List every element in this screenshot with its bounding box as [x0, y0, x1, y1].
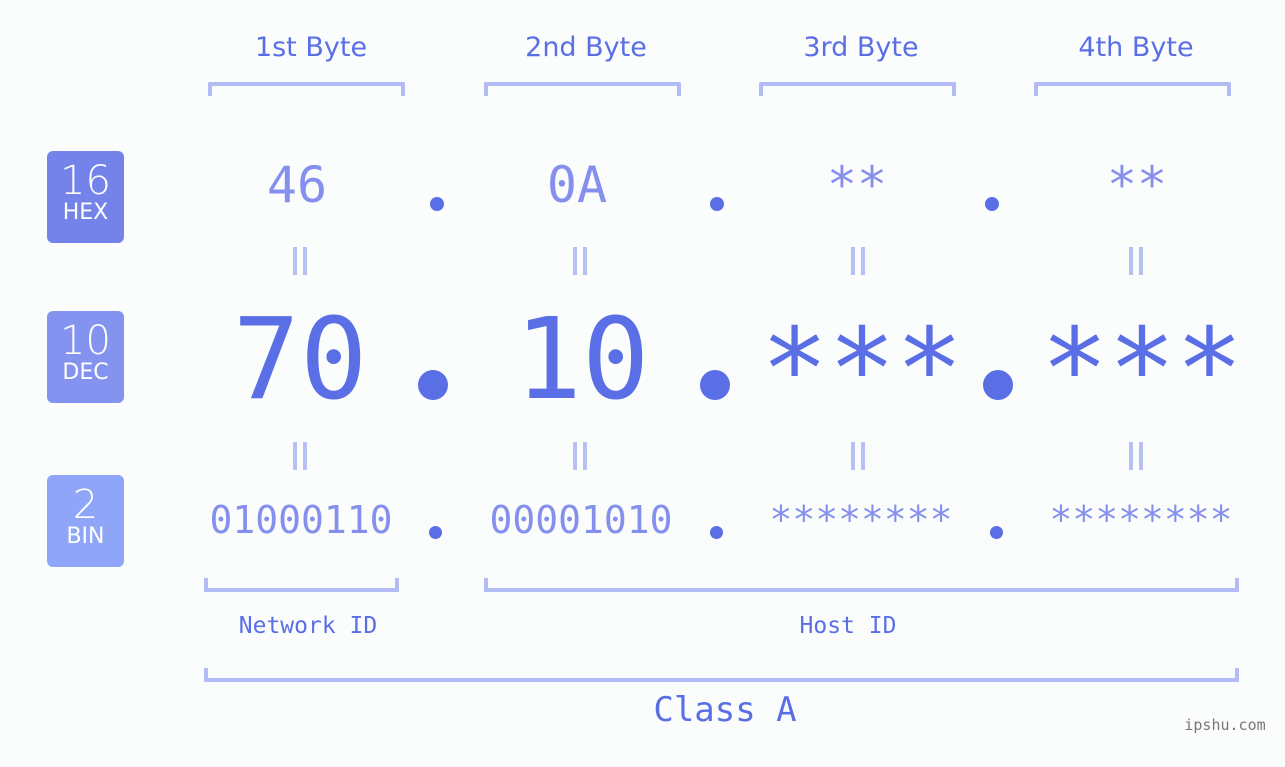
dec-octet-4: *** — [1040, 305, 1244, 435]
hex-badge-label: HEX — [62, 200, 109, 225]
equals-icon — [1126, 442, 1146, 470]
byte-header-2: 2nd Byte — [525, 32, 647, 63]
hex-octet-4: ** — [1106, 156, 1168, 214]
bin-separator-dot — [710, 526, 723, 539]
network-id-bracket — [204, 578, 399, 592]
bin-octet-3: ******** — [769, 498, 953, 542]
equals-icon — [290, 442, 310, 470]
dec-separator-dot — [983, 370, 1013, 400]
bin-badge-number: 2 — [72, 482, 99, 528]
host-id-label: Host ID — [799, 613, 897, 639]
byte-header-4: 4th Byte — [1078, 32, 1194, 63]
host-id-bracket — [484, 578, 1239, 592]
class-bracket — [204, 668, 1239, 682]
byte-bracket-4 — [1034, 82, 1231, 96]
hex-separator-dot — [985, 197, 999, 211]
hex-separator-dot — [710, 197, 724, 211]
equals-icon — [848, 247, 868, 275]
bin-octet-4: ******** — [1049, 498, 1233, 542]
equals-icon — [570, 247, 590, 275]
dec-separator-dot — [700, 370, 730, 400]
dec-badge: 10 DEC — [47, 311, 124, 403]
bin-separator-dot — [429, 526, 442, 539]
bin-octet-1: 01000110 — [209, 498, 393, 542]
hex-badge: 16 HEX — [47, 151, 124, 243]
dec-octet-3: *** — [760, 305, 964, 435]
byte-bracket-3 — [759, 82, 956, 96]
hex-octet-2: 0A — [546, 156, 608, 214]
dec-separator-dot — [418, 370, 448, 400]
class-label: Class A — [653, 690, 797, 730]
bin-separator-dot — [990, 526, 1003, 539]
bin-octet-2: 00001010 — [489, 498, 673, 542]
equals-icon — [1126, 247, 1146, 275]
dec-badge-number: 10 — [60, 318, 111, 364]
hex-badge-number: 16 — [60, 158, 111, 204]
byte-header-3: 3rd Byte — [803, 32, 919, 63]
byte-bracket-1 — [208, 82, 405, 96]
network-id-label: Network ID — [238, 613, 378, 639]
equals-icon — [570, 442, 590, 470]
equals-icon — [290, 247, 310, 275]
hex-octet-1: 46 — [266, 156, 328, 214]
dec-badge-label: DEC — [62, 360, 109, 385]
dec-octet-2: 10 — [514, 295, 650, 425]
equals-icon — [848, 442, 868, 470]
watermark: ipshu.com — [1184, 716, 1266, 734]
dec-octet-1: 70 — [232, 295, 368, 425]
bin-badge: 2 BIN — [47, 475, 124, 567]
byte-bracket-2 — [484, 82, 681, 96]
byte-header-1: 1st Byte — [254, 32, 368, 63]
hex-separator-dot — [430, 197, 444, 211]
bin-badge-label: BIN — [66, 524, 105, 549]
hex-octet-3: ** — [826, 156, 888, 214]
